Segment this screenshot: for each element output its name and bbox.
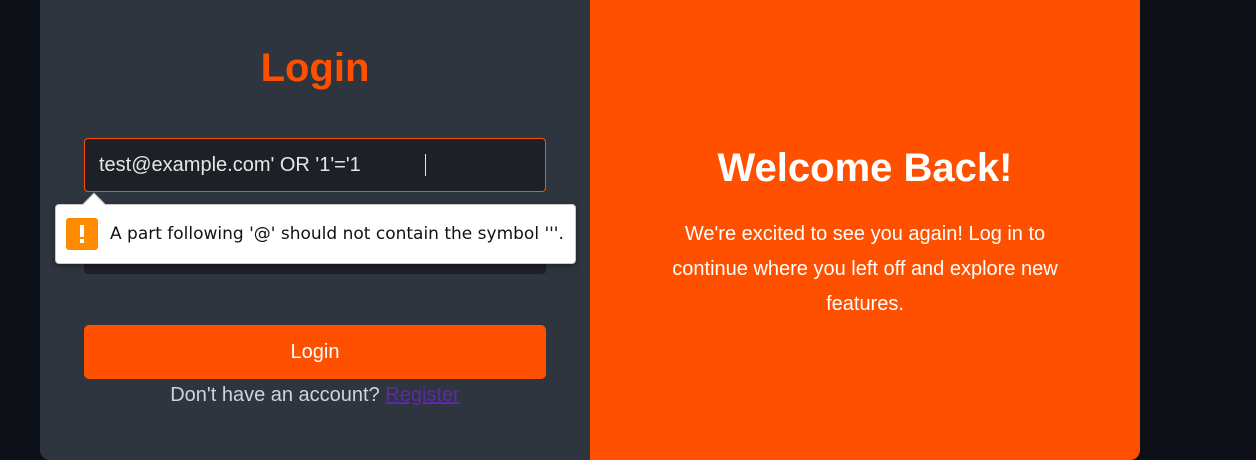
login-button[interactable]: Login (84, 325, 546, 379)
welcome-panel: Welcome Back! We're excited to see you a… (590, 0, 1140, 460)
email-input[interactable] (84, 138, 546, 192)
text-caret (425, 154, 426, 176)
validation-tooltip: A part following '@' should not contain … (55, 192, 576, 264)
register-prompt-text: Don't have an account? (170, 384, 380, 406)
warning-icon (66, 218, 98, 250)
login-title: Login (260, 46, 370, 90)
register-link[interactable]: Register (385, 384, 459, 406)
welcome-text: We're excited to see you again! Log in t… (672, 223, 1058, 315)
validation-message: A part following '@' should not contain … (110, 224, 564, 244)
register-prompt-line: Don't have an account? Register (40, 384, 590, 407)
welcome-title: Welcome Back! (717, 146, 1013, 190)
